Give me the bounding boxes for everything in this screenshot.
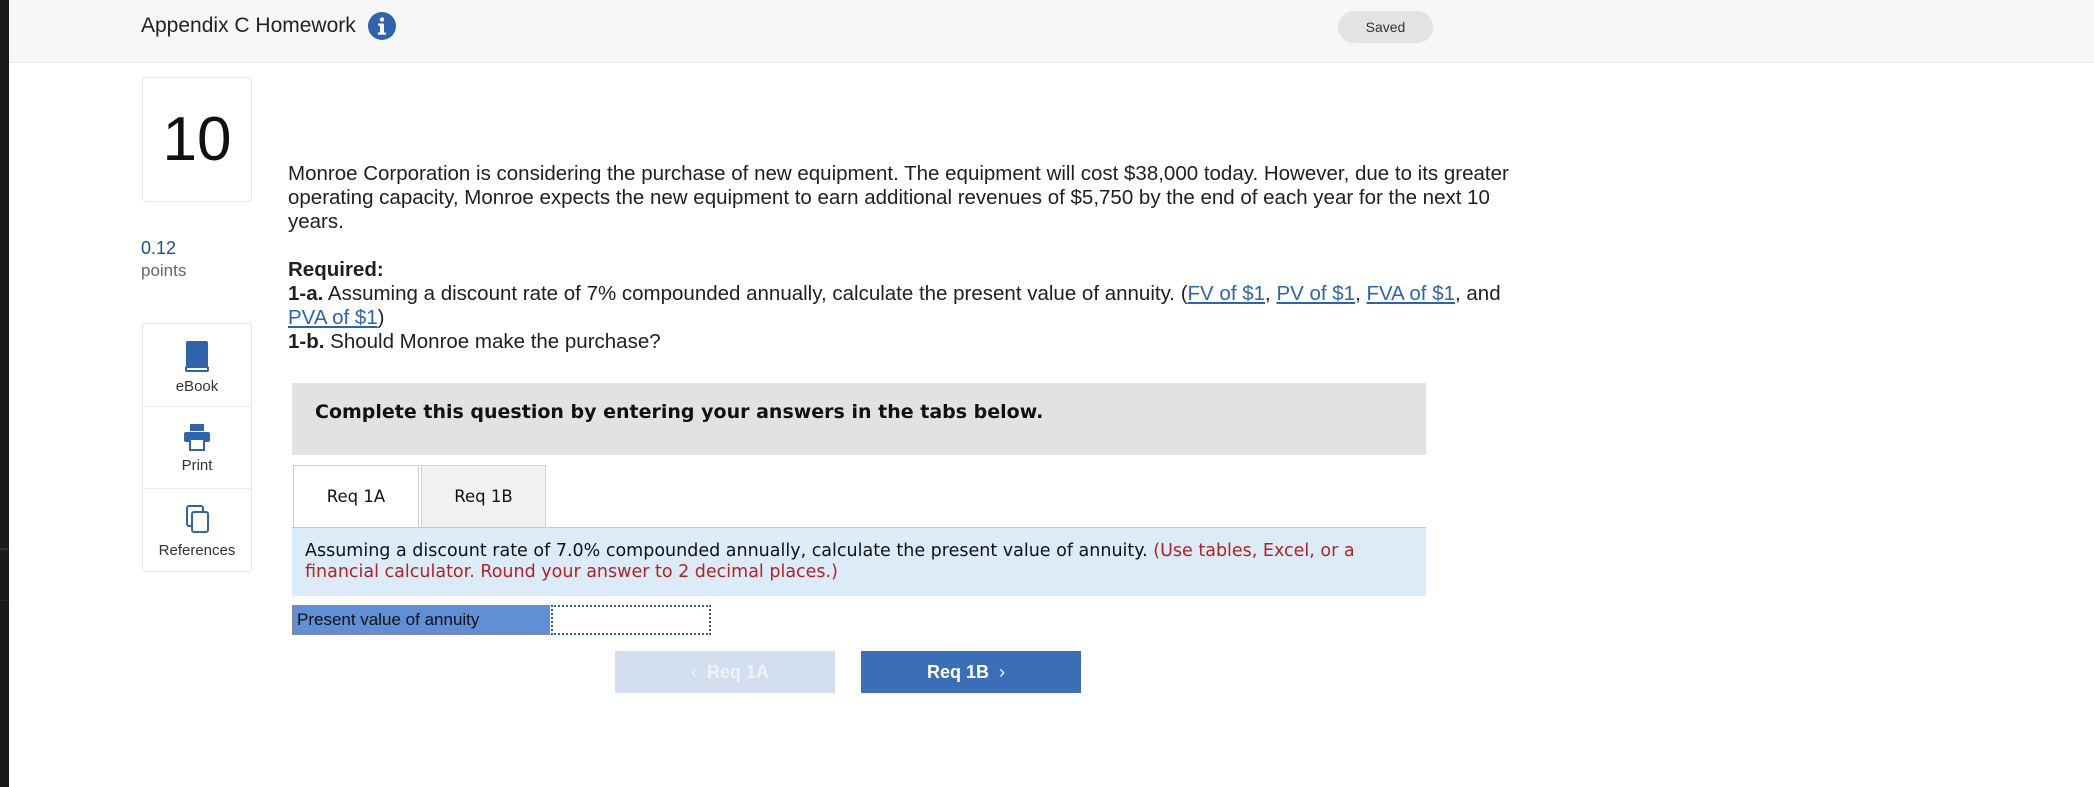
top-bar: Appendix C Homework Saved: [9, 0, 2094, 63]
chevron-left-icon: ‹: [690, 662, 697, 682]
instructions-text: Complete this question by entering your …: [315, 401, 1044, 423]
requirement-instruction: Assuming a discount rate of 7.0% compoun…: [305, 541, 1148, 561]
question-text: Monroe Corporation is considering the pu…: [288, 162, 1538, 354]
fva-of-1-link[interactable]: FVA of $1: [1366, 282, 1455, 305]
points-value: 0.12: [141, 238, 177, 258]
ebook-label: eBook: [175, 378, 219, 395]
prev-req-button[interactable]: ‹ Req 1A: [615, 651, 835, 693]
print-label: Print: [181, 457, 213, 474]
next-req-button[interactable]: Req 1B ›: [861, 651, 1081, 693]
print-button[interactable]: Print: [143, 406, 251, 489]
prev-req-label: Req 1A: [706, 662, 769, 682]
references-button[interactable]: References: [143, 488, 251, 571]
tab-req-1b[interactable]: Req 1B: [421, 465, 546, 529]
fv-of-1-link[interactable]: FV of $1: [1188, 282, 1266, 305]
present-value-input[interactable]: [551, 605, 711, 635]
tab-req-1a[interactable]: Req 1A: [293, 465, 419, 529]
next-req-label: Req 1B: [926, 662, 989, 682]
references-icon: [186, 505, 209, 533]
pva-of-1-link[interactable]: PVA of $1: [288, 306, 378, 329]
req-1a-prefix: 1-a.: [288, 282, 324, 305]
question-number: 10: [142, 77, 252, 202]
req-1a-text: Assuming a discount rate of 7% compounde…: [327, 282, 1188, 305]
saved-status-badge: Saved: [1338, 11, 1433, 43]
chevron-right-icon: ›: [999, 662, 1005, 682]
references-label: References: [158, 542, 236, 559]
ebook-icon: [185, 341, 209, 372]
ebook-button[interactable]: eBook: [143, 324, 251, 406]
requirement-panel-text: Assuming a discount rate of 7.0% compoun…: [305, 541, 1405, 583]
instructions-panel: Complete this question by entering your …: [292, 383, 1426, 455]
answer-row-label: Present value of annuity: [292, 605, 550, 635]
rail-divider: [0, 600, 9, 601]
pv-of-1-link[interactable]: PV of $1: [1276, 282, 1355, 305]
print-icon: [184, 424, 210, 451]
assignment-title: Appendix C Homework: [141, 14, 356, 37]
tools-panel: eBook Print References: [142, 323, 252, 572]
req-1b-text: Should Monroe make the purchase?: [330, 330, 661, 353]
points-label: points: [141, 261, 187, 280]
left-edge-rail: [0, 0, 9, 787]
req-1b-prefix: 1-b.: [288, 330, 325, 353]
requirement-panel: Assuming a discount rate of 7.0% compoun…: [292, 528, 1426, 596]
rail-divider: [0, 548, 9, 550]
question-intro: Monroe Corporation is considering the pu…: [288, 162, 1509, 233]
requirement-1b: 1-b. Should Monroe make the purchase?: [288, 330, 1538, 354]
required-heading: Required:: [288, 258, 384, 281]
requirement-1a: 1-a. Assuming a discount rate of 7% comp…: [288, 282, 1501, 329]
info-icon[interactable]: [367, 11, 397, 41]
